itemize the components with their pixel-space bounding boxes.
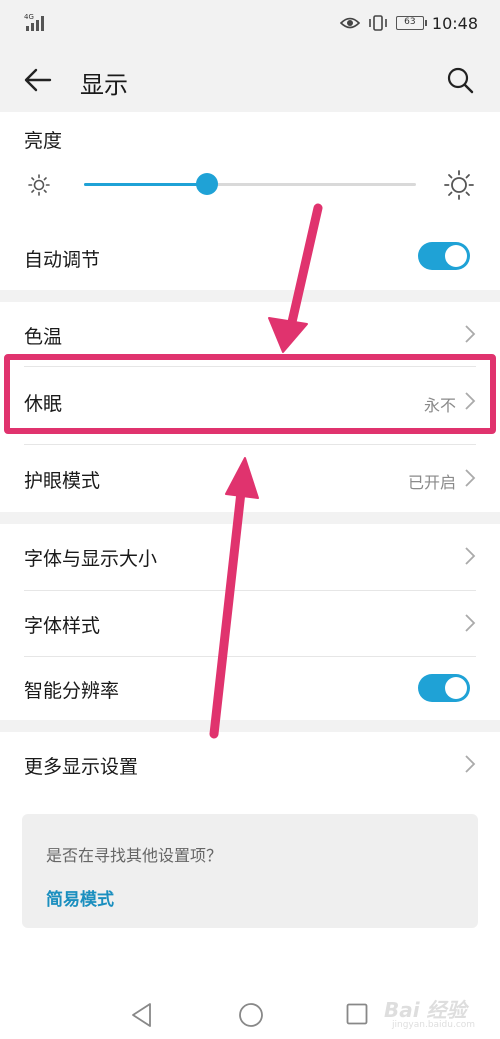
app-bar: 显示 bbox=[0, 46, 500, 112]
color-temp-row[interactable]: 色温 bbox=[0, 302, 500, 366]
sleep-value: 永不 bbox=[423, 396, 456, 415]
brightness-label: 亮度 bbox=[24, 130, 63, 152]
smart-resolution-toggle[interactable] bbox=[418, 674, 470, 702]
font-style-row[interactable]: 字体样式 bbox=[0, 591, 500, 655]
sun-small-icon bbox=[28, 174, 50, 196]
brightness-slider[interactable] bbox=[84, 173, 416, 195]
brightness-slider-row bbox=[0, 160, 500, 210]
eye-comfort-row[interactable]: 护眼模式 已开启 bbox=[0, 446, 500, 510]
signal-icon bbox=[26, 16, 44, 31]
battery-icon: 63 bbox=[395, 16, 427, 30]
chevron-right-icon bbox=[465, 469, 476, 487]
font-style-label: 字体样式 bbox=[24, 615, 101, 637]
chevron-right-icon bbox=[465, 392, 476, 410]
status-bar: 4G 63 10:48 bbox=[0, 0, 500, 46]
chevron-right-icon bbox=[465, 325, 476, 343]
search-button[interactable] bbox=[440, 60, 480, 100]
divider bbox=[24, 444, 476, 445]
section-gap bbox=[0, 290, 500, 302]
page-title: 显示 bbox=[80, 71, 128, 99]
color-temp-label: 色温 bbox=[24, 326, 63, 348]
sun-large-icon bbox=[444, 170, 474, 200]
font-size-label: 字体与显示大小 bbox=[24, 548, 158, 570]
eye-icon bbox=[339, 17, 360, 29]
smart-resolution-label: 智能分辨率 bbox=[24, 680, 120, 702]
vibrate-icon bbox=[369, 15, 387, 31]
font-size-row[interactable]: 字体与显示大小 bbox=[0, 524, 500, 588]
more-display-label: 更多显示设置 bbox=[24, 756, 139, 778]
watermark-text: Bai 经验 bbox=[384, 998, 467, 1022]
sleep-row[interactable]: 休眠 永不 bbox=[0, 367, 500, 433]
chevron-right-icon bbox=[465, 614, 476, 632]
nav-home-icon[interactable] bbox=[238, 1002, 264, 1028]
brightness-slider-thumb[interactable] bbox=[195, 173, 218, 195]
watermark-sub: jingyan.baidu.com bbox=[392, 1020, 476, 1030]
nav-recent-icon[interactable] bbox=[346, 1003, 368, 1025]
nav-back-icon[interactable] bbox=[130, 1002, 154, 1028]
chevron-right-icon bbox=[465, 547, 476, 565]
auto-adjust-label: 自动调节 bbox=[24, 249, 101, 271]
hint-card: 是否在寻找其他设置项？ 简易模式 bbox=[22, 814, 478, 928]
auto-adjust-row[interactable]: 自动调节 bbox=[0, 232, 500, 282]
brightness-slider-fill bbox=[84, 183, 207, 186]
hint-question: 是否在寻找其他设置项？ bbox=[46, 846, 223, 865]
auto-adjust-toggle[interactable] bbox=[418, 242, 470, 270]
eye-comfort-value: 已开启 bbox=[407, 473, 456, 492]
smart-resolution-row[interactable]: 智能分辨率 bbox=[0, 657, 500, 719]
eye-comfort-label: 护眼模式 bbox=[24, 470, 101, 492]
more-display-row[interactable]: 更多显示设置 bbox=[0, 732, 500, 796]
sleep-label: 休眠 bbox=[24, 393, 63, 415]
arrow-left-icon bbox=[24, 68, 52, 92]
chevron-right-icon bbox=[465, 755, 476, 773]
search-icon bbox=[447, 67, 474, 94]
simple-mode-link[interactable]: 简易模式 bbox=[46, 885, 114, 910]
section-gap bbox=[0, 720, 500, 732]
clock: 10:48 bbox=[431, 13, 478, 33]
section-gap bbox=[0, 512, 500, 524]
back-button[interactable] bbox=[18, 60, 58, 100]
watermark: Bai 经验 jingyan.baidu.com bbox=[384, 986, 496, 1036]
